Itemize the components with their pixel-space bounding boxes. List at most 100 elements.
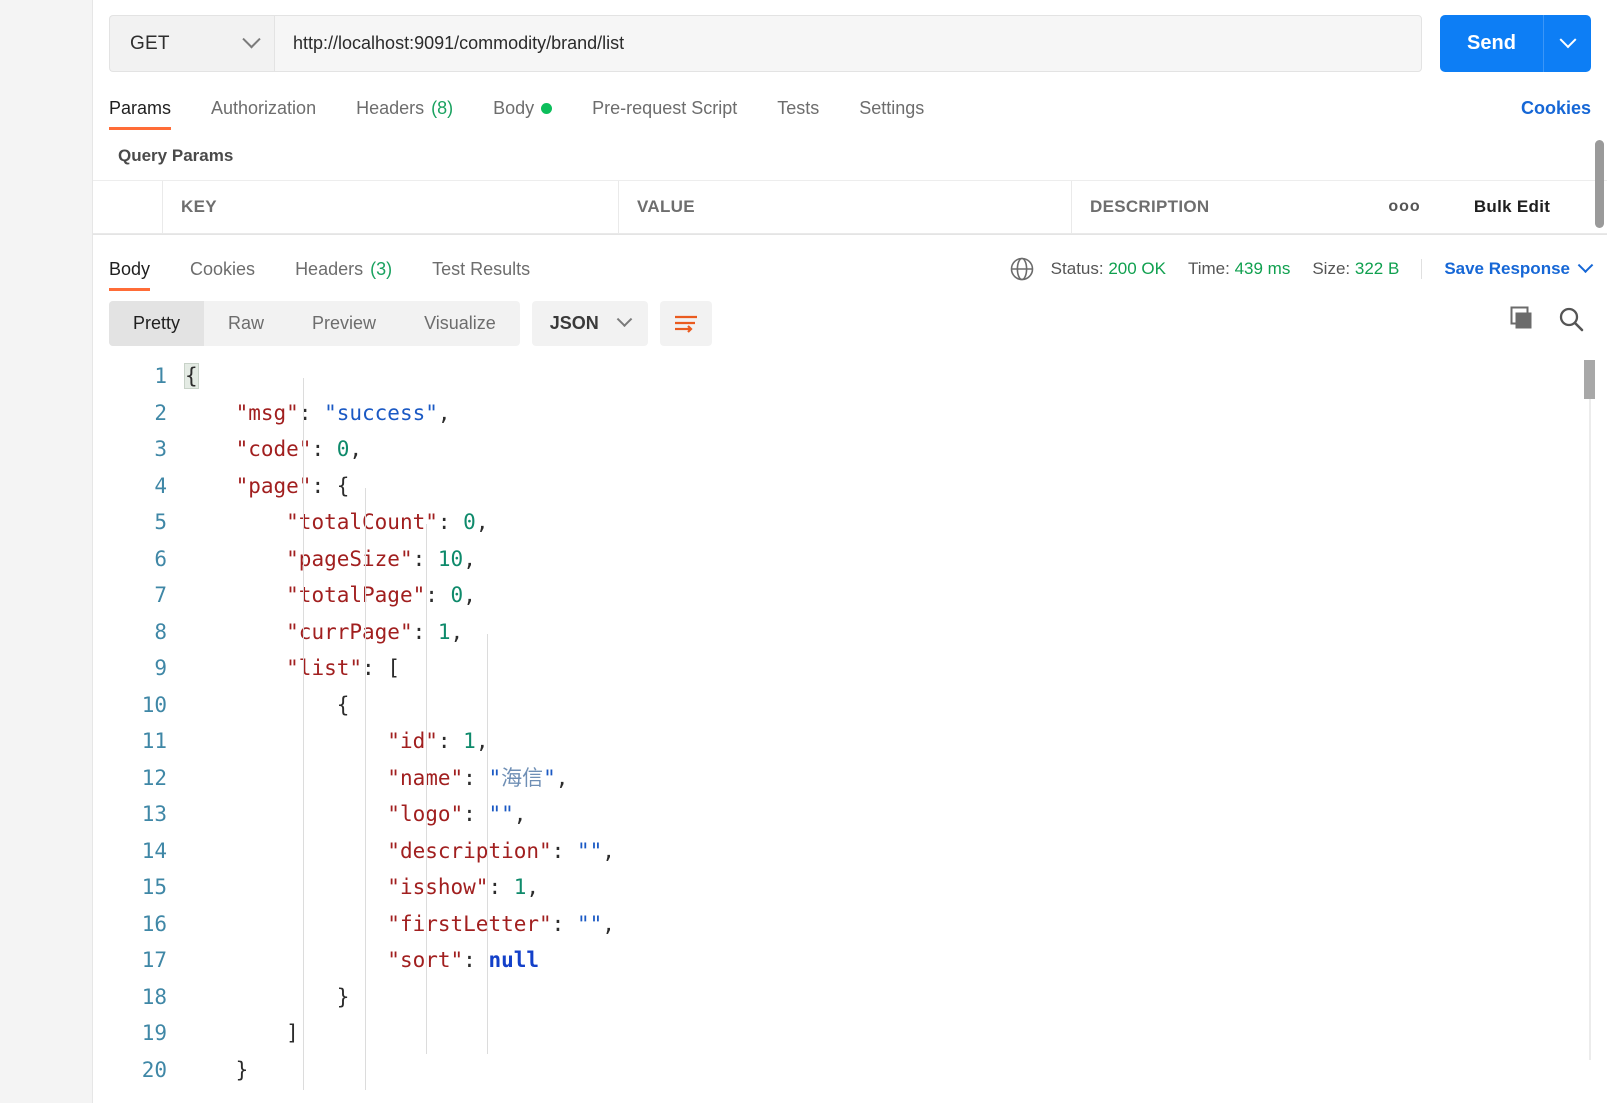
code-line: 12 "name": "海信",	[93, 760, 1607, 797]
response-tab-body[interactable]: Body	[109, 259, 151, 291]
code-token: [	[387, 656, 400, 680]
size-label: Size: 322 B	[1312, 259, 1399, 279]
response-tab-body-label: Body	[109, 259, 151, 279]
code-token: {	[336, 692, 350, 717]
view-raw[interactable]: Raw	[204, 301, 288, 346]
http-method-label: GET	[130, 32, 170, 54]
code-line-number: 12	[141, 765, 167, 790]
code-token: :	[551, 838, 577, 863]
send-options-button[interactable]	[1543, 15, 1591, 72]
code-line: 13 "logo": "",	[93, 796, 1607, 833]
time-label-text: Time:	[1187, 259, 1230, 278]
code-token: ,	[450, 619, 464, 644]
tab-body[interactable]: Body	[493, 98, 553, 130]
code-token: ,	[602, 838, 615, 863]
code-token: "list"	[286, 656, 363, 680]
response-language-select[interactable]: JSON	[531, 301, 648, 346]
response-tab-test-results[interactable]: Test Results	[432, 259, 530, 291]
tab-headers[interactable]: Headers (8)	[356, 98, 453, 130]
code-line-content: }	[185, 1052, 1607, 1089]
view-visualize[interactable]: Visualize	[400, 301, 520, 346]
code-token: "msg"	[235, 400, 299, 425]
response-json-code: 1{2 "msg": "success", 3 "code": 0, 4 "page…	[93, 354, 1607, 1088]
http-method-select[interactable]: GET	[109, 15, 274, 72]
send-button-group: Send	[1440, 15, 1591, 72]
code-token: {	[336, 473, 350, 498]
column-header-key: KEY	[163, 181, 619, 233]
params-scrollbar-thumb[interactable]	[1595, 140, 1604, 228]
code-line: 4 "page": {	[93, 468, 1607, 505]
code-token: :	[437, 729, 464, 753]
code-token: null	[488, 948, 540, 972]
code-token: ""	[576, 911, 603, 936]
code-line-content: {	[184, 358, 1607, 395]
chevron-down-icon	[616, 311, 633, 328]
code-token: ,	[513, 802, 527, 826]
request-url-input[interactable]	[274, 15, 1422, 72]
view-preview[interactable]: Preview	[288, 301, 400, 346]
code-token: :	[362, 656, 388, 680]
code-token: :	[311, 473, 337, 498]
code-token: 0	[450, 583, 464, 607]
tab-pre-request-script[interactable]: Pre-request Script	[592, 98, 737, 130]
response-tab-headers-label: Headers	[295, 259, 364, 279]
code-token: "success"	[324, 400, 438, 425]
code-line: 8 "currPage": 1,	[93, 614, 1607, 651]
code-token: }	[235, 1057, 249, 1082]
code-line-content: "pageSize": 10,	[185, 541, 1607, 578]
more-options-icon[interactable]: ooo	[1372, 181, 1437, 233]
code-token: "currPage"	[286, 619, 413, 644]
code-token: ,	[475, 729, 489, 753]
code-token: "firstLetter"	[387, 911, 552, 936]
code-token: ,	[526, 875, 540, 899]
code-line-content: "totalPage": 0,	[185, 577, 1607, 614]
bulk-edit-button[interactable]: Bulk Edit	[1437, 181, 1587, 233]
response-section: Body Cookies Headers (3) Test Results St…	[93, 234, 1607, 1103]
code-token: ,	[349, 437, 363, 461]
word-wrap-toggle[interactable]	[659, 301, 712, 346]
code-token: :	[298, 400, 325, 425]
code-token: :	[463, 948, 489, 972]
send-button[interactable]: Send	[1440, 15, 1543, 72]
code-line-content: }	[185, 979, 1607, 1016]
tab-params[interactable]: Params	[109, 98, 172, 130]
word-wrap-icon	[673, 313, 699, 335]
query-params-title: Query Params	[93, 130, 1607, 181]
copy-icon[interactable]	[1507, 305, 1535, 333]
response-tab-cookies[interactable]: Cookies	[190, 259, 255, 291]
code-line-number: 15	[141, 875, 167, 899]
code-line: 5 "totalCount": 0,	[93, 504, 1607, 541]
code-line-number: 16	[141, 911, 167, 936]
code-token: 0	[336, 437, 350, 461]
view-pretty[interactable]: Pretty	[109, 301, 205, 346]
code-token: }	[336, 984, 350, 1009]
cookies-link[interactable]: Cookies	[1521, 98, 1591, 119]
tab-authorization[interactable]: Authorization	[211, 98, 316, 130]
response-format-bar: Pretty Raw Preview Visualize JSON	[93, 291, 1607, 354]
response-language-label: JSON	[549, 313, 599, 333]
code-token: ,	[555, 765, 569, 790]
code-token: "sort"	[387, 948, 464, 972]
save-response-button[interactable]: Save Response	[1421, 256, 1594, 279]
code-line-content: "list": [	[185, 650, 1607, 687]
code-line-number: 7	[154, 583, 167, 607]
code-scrollbar-track	[1589, 360, 1591, 1060]
search-icon[interactable]	[1557, 305, 1585, 333]
chevron-down-icon	[242, 30, 261, 49]
response-body-viewer[interactable]: 1{2 "msg": "success", 3 "code": 0, 4 "page…	[93, 354, 1607, 1103]
chevron-down-icon	[1559, 30, 1576, 48]
code-scrollbar-thumb[interactable]	[1584, 360, 1595, 399]
code-token: "logo"	[387, 802, 464, 826]
code-token: 海信	[501, 765, 544, 790]
code-line: 10 {	[93, 687, 1607, 724]
query-params-table-header: KEY VALUE DESCRIPTION ooo Bulk Edit	[93, 181, 1607, 234]
response-tab-headers[interactable]: Headers (3)	[295, 259, 392, 291]
code-line-content: "currPage": 1,	[185, 614, 1607, 651]
code-line-number: 13	[141, 802, 167, 826]
select-all-checkbox-cell[interactable]	[93, 181, 163, 233]
code-line-content: "name": "海信",	[185, 760, 1607, 797]
tab-settings[interactable]: Settings	[859, 98, 924, 130]
code-token: 1	[437, 619, 451, 644]
code-token: ,	[475, 510, 489, 534]
tab-tests[interactable]: Tests	[777, 98, 819, 130]
